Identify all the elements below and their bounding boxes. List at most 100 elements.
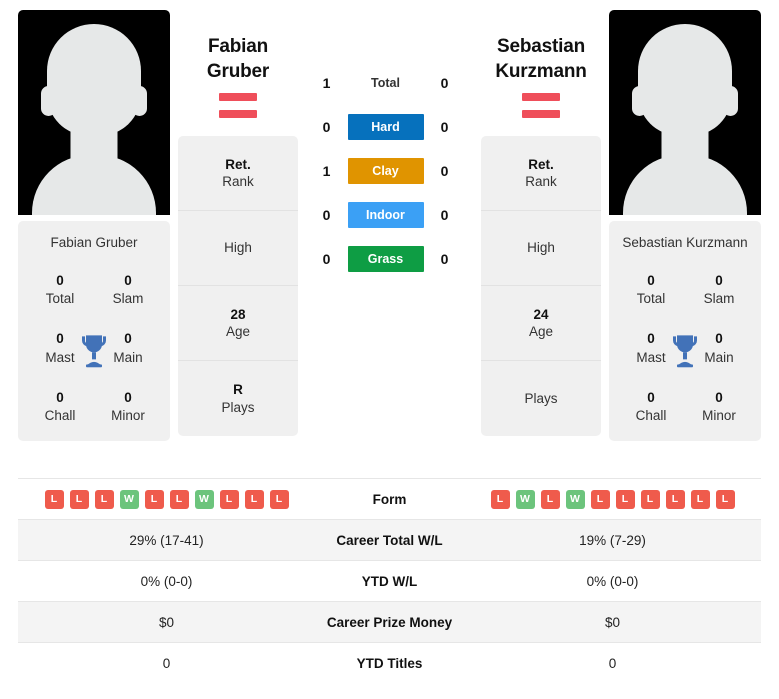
- table-row-ytd-wl: 0% (0-0) YTD W/L 0% (0-0): [18, 560, 761, 601]
- form-chip-loss[interactable]: L: [540, 489, 560, 509]
- left-value: 29% (17-41): [129, 532, 204, 548]
- avatar-placeholder-icon: [638, 24, 732, 136]
- title-value: 0: [56, 389, 64, 405]
- title-label: Slam: [112, 291, 144, 307]
- title-value: 0: [56, 273, 64, 288]
- form-chip-loss[interactable]: L: [169, 489, 189, 509]
- flag-bar-bottom: [522, 110, 560, 119]
- form-chip-loss[interactable]: L: [69, 489, 89, 509]
- row-label: Career Prize Money: [326, 614, 453, 630]
- right-player-name[interactable]: Sebastian Kurzmann: [481, 34, 601, 84]
- right-value: $0: [604, 614, 621, 630]
- title-stat-slam: 0 Slam: [94, 272, 162, 308]
- form-chip-win[interactable]: W: [119, 489, 139, 509]
- info-row-plays: R Plays: [178, 361, 298, 436]
- right-value: 0% (0-0): [586, 573, 639, 589]
- title-label: Chall: [635, 408, 667, 424]
- h2h-label-clay[interactable]: Clay: [347, 158, 424, 184]
- info-value: R: [233, 382, 243, 398]
- info-value: Ret.: [528, 156, 554, 172]
- left-player-info-column: Fabian Gruber Ret. Rank High 28 Age R Pl…: [178, 10, 298, 437]
- h2h-left-score: 0: [322, 251, 331, 267]
- h2h-right-score: 0: [440, 163, 449, 179]
- avatar-body: [623, 155, 747, 215]
- table-row-form: LLLWLLWLLL Form LWLWLLLLLL: [18, 478, 761, 519]
- avatar-ear-left: [41, 86, 56, 116]
- h2h-right-score: 0: [440, 207, 449, 223]
- left-card-player-name: Fabian Gruber: [50, 235, 138, 250]
- left-value: 0: [162, 655, 171, 671]
- table-row-ytd-titles: 0 YTD Titles 0: [18, 642, 761, 683]
- form-chip-loss[interactable]: L: [244, 489, 264, 509]
- form-chip-win[interactable]: W: [194, 489, 214, 509]
- avatar-placeholder-icon: [47, 24, 141, 136]
- title-label: Minor: [702, 408, 736, 424]
- title-label: Total: [636, 291, 666, 307]
- right-player-info-column: Sebastian Kurzmann Ret. Rank High 24 Age: [481, 10, 601, 437]
- left-value: 0% (0-0): [140, 573, 193, 589]
- title-label: Minor: [111, 408, 145, 424]
- info-label: Plays: [221, 399, 255, 415]
- avatar-body: [32, 155, 156, 215]
- info-value: 24: [533, 306, 549, 322]
- form-chip-loss[interactable]: L: [715, 489, 735, 509]
- h2h-left-score: 1: [322, 75, 331, 91]
- right-info-card: Ret. Rank High 24 Age Plays: [481, 136, 601, 437]
- row-label: Form: [372, 491, 407, 507]
- form-chip-loss[interactable]: L: [590, 489, 610, 509]
- title-stat-total: 0 Total: [617, 272, 685, 308]
- form-chip-loss[interactable]: L: [615, 489, 635, 509]
- h2h-left-score: 0: [322, 119, 331, 135]
- info-label: Age: [225, 324, 251, 340]
- h2h-left-score: 0: [322, 207, 331, 223]
- row-label: YTD W/L: [361, 573, 418, 589]
- left-form: LLLWLLWLLL: [18, 489, 315, 509]
- h2h-row-grass: 0 Grass 0: [306, 246, 466, 272]
- h2h-label-grass[interactable]: Grass: [347, 246, 424, 272]
- right-value: 0: [608, 655, 617, 671]
- comparison-table: LLLWLLWLLL Form LWLWLLLLLL 29% (17-41) C…: [18, 478, 761, 683]
- h2h-row-clay: 1 Clay 0: [306, 158, 466, 184]
- title-value: 0: [715, 273, 723, 288]
- player-comparison-page: Fabian Gruber 0 Total 0 Slam 0 Mast 0 Ma…: [0, 0, 779, 699]
- form-chip-loss[interactable]: L: [44, 489, 64, 509]
- h2h-row-hard: 0 Hard 0: [306, 114, 466, 140]
- title-value: 0: [124, 389, 132, 405]
- h2h-label-hard[interactable]: Hard: [347, 114, 424, 140]
- title-value: 0: [715, 389, 723, 405]
- avatar-ear-left: [632, 86, 647, 116]
- info-label: Plays: [524, 390, 558, 406]
- avatar-ear-right: [723, 86, 738, 116]
- form-chip-loss[interactable]: L: [690, 489, 710, 509]
- left-info-card: Ret. Rank High 28 Age R Plays: [178, 136, 298, 437]
- title-label: Chall: [44, 408, 76, 424]
- h2h-label-total: Total: [371, 76, 400, 90]
- h2h-label-indoor[interactable]: Indoor: [347, 202, 424, 228]
- avatar-ear-right: [132, 86, 147, 116]
- row-label: YTD Titles: [356, 655, 423, 671]
- title-stat-chall: 0 Chall: [617, 389, 685, 425]
- form-chip-loss[interactable]: L: [665, 489, 685, 509]
- right-player-photo[interactable]: [609, 10, 761, 215]
- left-player-name-line1: Fabian: [207, 36, 269, 57]
- info-row-age: 28 Age: [178, 286, 298, 362]
- left-player-name[interactable]: Fabian Gruber: [178, 34, 298, 84]
- form-chip-loss[interactable]: L: [490, 489, 510, 509]
- right-value: 19% (7-29): [579, 532, 646, 548]
- form-chip-loss[interactable]: L: [269, 489, 289, 509]
- left-player-photo[interactable]: [18, 10, 170, 215]
- form-chip-loss[interactable]: L: [94, 489, 114, 509]
- form-chip-loss[interactable]: L: [219, 489, 239, 509]
- right-player-column: Sebastian Kurzmann 0 Total 0 Slam 0 Mast: [609, 10, 761, 442]
- info-row-high: High: [481, 211, 601, 287]
- form-chip-win[interactable]: W: [515, 489, 535, 509]
- form-chip-loss[interactable]: L: [640, 489, 660, 509]
- head-to-head-column: 1 Total 0 0 Hard 0 1 Clay 0 0 Indoor 0 0: [298, 10, 473, 272]
- austria-flag-icon: [522, 93, 560, 119]
- right-form: LWLWLLLLLL: [464, 489, 761, 509]
- austria-flag-icon: [219, 93, 257, 119]
- info-label: Rank: [222, 174, 254, 190]
- info-row-rank: Ret. Rank: [481, 136, 601, 212]
- form-chip-win[interactable]: W: [565, 489, 585, 509]
- form-chip-loss[interactable]: L: [144, 489, 164, 509]
